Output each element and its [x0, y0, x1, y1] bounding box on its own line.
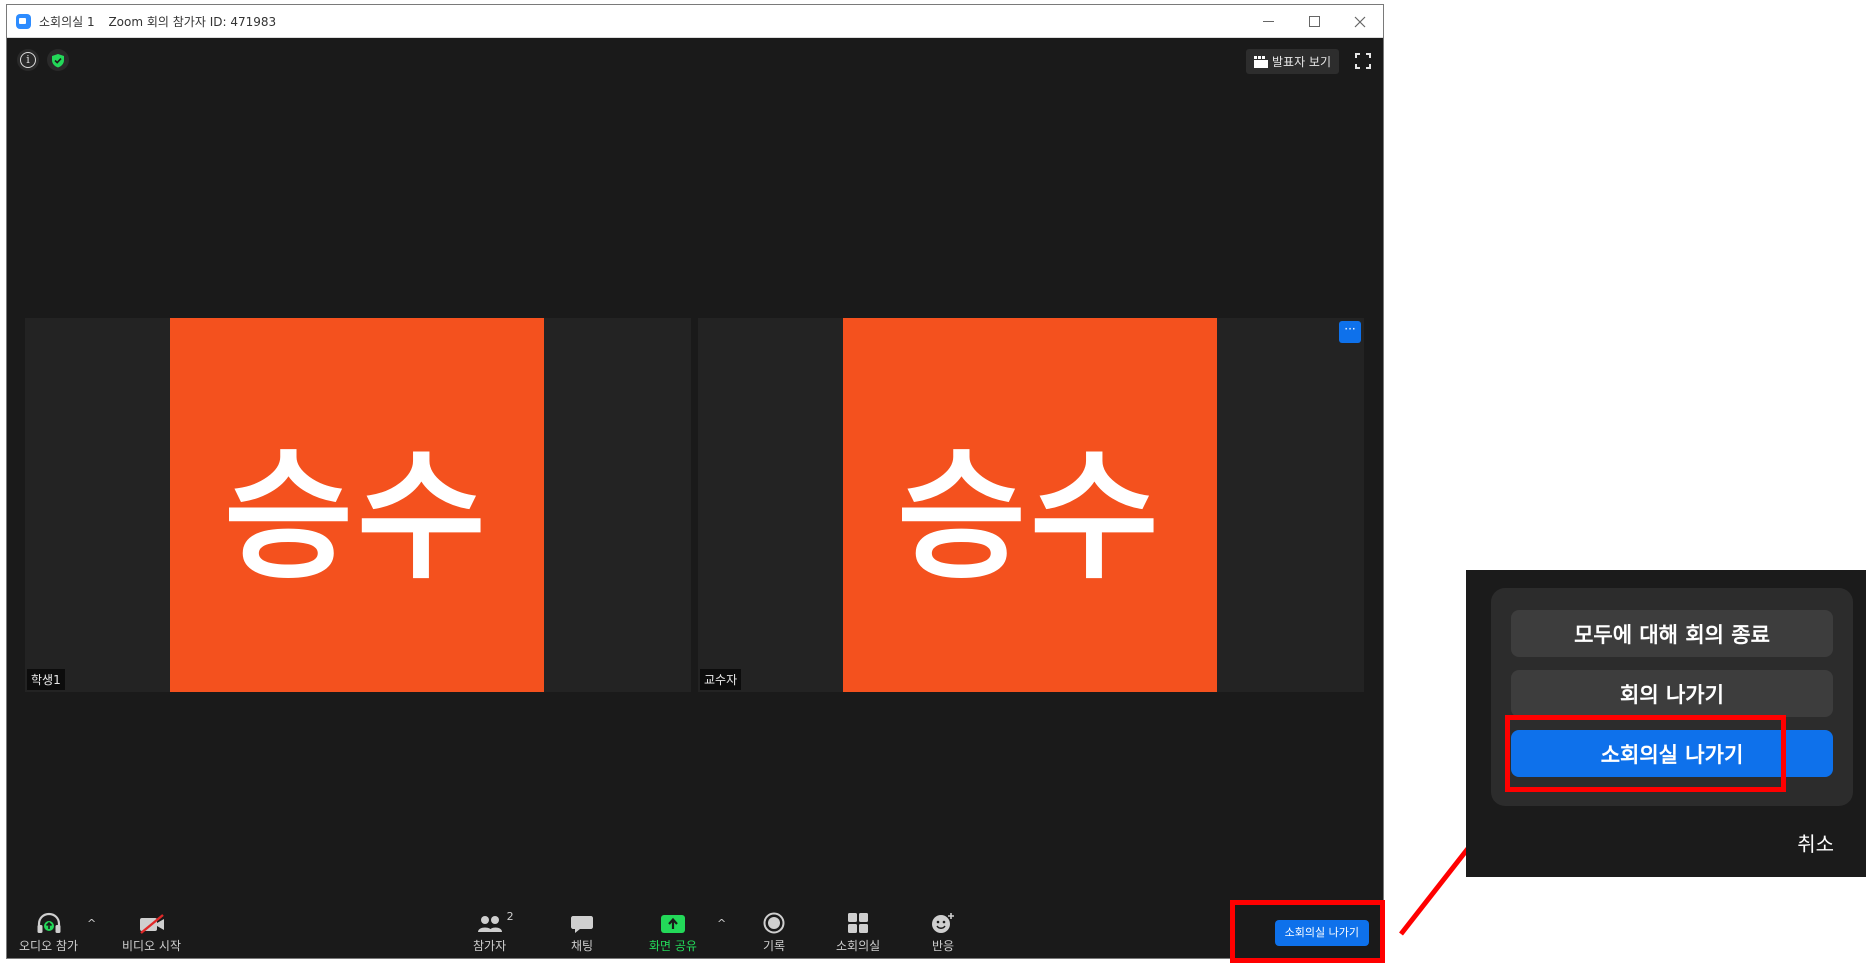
close-button[interactable]	[1337, 5, 1383, 38]
reactions-icon	[932, 913, 954, 933]
participants-count: 2	[506, 910, 514, 923]
chat-icon	[571, 916, 593, 933]
breakout-rooms-icon	[848, 913, 869, 933]
join-audio-label: 오디오 참가	[19, 939, 79, 953]
participant-name-tag: 학생1	[27, 669, 65, 690]
close-icon	[1354, 16, 1366, 27]
participant-name-tag: 교수자	[700, 669, 742, 690]
record-label: 기록	[763, 939, 786, 953]
meeting-toolbar: 오디오 참가 ^ 비디오 시작 2 참가자 채팅 화면 공유 ^ 기록 소회의실…	[7, 908, 1383, 958]
fullscreen-icon[interactable]	[1355, 53, 1371, 69]
reactions-label: 반응	[931, 939, 955, 953]
start-video-label: 비디오 시작	[122, 939, 182, 953]
minimize-button[interactable]	[1245, 5, 1291, 38]
title-bar: 소회의실 1 Zoom 회의 참가자 ID: 471983	[7, 5, 1383, 38]
share-options-caret[interactable]: ^	[717, 917, 726, 930]
share-screen-button[interactable]: 화면 공유	[649, 910, 697, 954]
participant-avatar: 승수	[843, 318, 1217, 692]
participants-label: 참가자	[473, 939, 507, 953]
cancel-button[interactable]: 취소	[1797, 828, 1834, 857]
speaker-view-label: 발표자 보기	[1271, 55, 1331, 69]
window-title: 소회의실 1 Zoom 회의 참가자 ID: 471983	[39, 13, 286, 30]
headphones-icon	[37, 912, 60, 933]
leave-meeting-button[interactable]: 회의 나가기	[1511, 670, 1833, 717]
start-video-button[interactable]: 비디오 시작	[122, 910, 181, 954]
maximize-button[interactable]	[1291, 5, 1337, 38]
highlight-box-dialog-button	[1505, 715, 1786, 792]
zoom-window: 소회의실 1 Zoom 회의 참가자 ID: 471983 발표자 보기 승수 …	[6, 4, 1384, 959]
end-meeting-for-all-button[interactable]: 모두에 대해 회의 종료	[1511, 610, 1833, 657]
participants-icon	[477, 916, 502, 932]
reactions-button[interactable]: 반응	[931, 910, 955, 954]
record-button[interactable]: 기록	[763, 910, 785, 954]
info-icon[interactable]	[17, 49, 39, 71]
zoom-app-icon	[16, 14, 31, 29]
tile-more-options-button[interactable]: ···	[1339, 321, 1361, 343]
video-tile-professor[interactable]: 승수 교수자 ···	[698, 318, 1364, 692]
participant-avatar: 승수	[170, 318, 544, 692]
chat-button[interactable]: 채팅	[570, 910, 594, 954]
speaker-view-icon	[1253, 55, 1268, 68]
speaker-view-button[interactable]: 발표자 보기	[1245, 49, 1339, 74]
audio-options-caret[interactable]: ^	[87, 917, 96, 930]
record-icon	[763, 912, 785, 934]
participants-button[interactable]: 2 참가자	[473, 910, 514, 954]
shield-icon[interactable]	[47, 49, 69, 71]
video-off-icon	[139, 914, 164, 934]
join-audio-button[interactable]: 오디오 참가	[19, 910, 78, 954]
video-tile-student[interactable]: 승수 학생1	[25, 318, 691, 692]
share-screen-icon	[660, 915, 685, 933]
chat-label: 채팅	[570, 939, 594, 953]
share-screen-label: 화면 공유	[649, 939, 697, 953]
highlight-box-leave-button	[1230, 900, 1385, 963]
breakout-rooms-button[interactable]: 소회의실	[836, 910, 880, 954]
window-title-room: 소회의실 1	[39, 15, 95, 29]
window-title-meeting: Zoom 회의 참가자 ID: 471983	[108, 15, 277, 29]
breakout-rooms-label: 소회의실	[836, 939, 881, 953]
